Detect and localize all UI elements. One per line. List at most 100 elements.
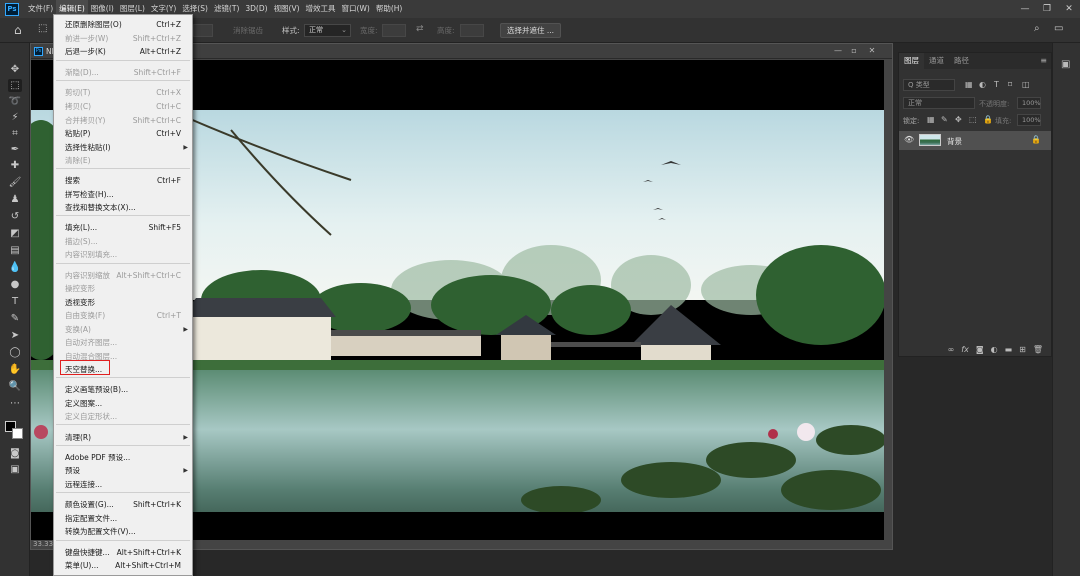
hand-tool-icon[interactable]: ✋ (8, 363, 22, 376)
link-layers-icon[interactable]: ∞ (948, 345, 955, 354)
tab-channels[interactable]: 通道 (924, 53, 949, 69)
style-select[interactable]: 正常 ⌄ (304, 24, 351, 37)
edit-menu-item[interactable]: 查找和替换文本(X)... (54, 201, 192, 214)
edit-menu-item[interactable]: 拼写检查(H)... (54, 188, 192, 201)
width-field[interactable] (382, 24, 406, 37)
swap-icon[interactable]: ⇄ (416, 24, 424, 34)
restore-button[interactable]: ❐ (1036, 0, 1058, 18)
zoom-tool-icon[interactable]: 🔍 (8, 380, 22, 393)
add-mask-icon[interactable]: ◙ (976, 345, 984, 354)
edit-menu-item[interactable]: 预设 ▶ (54, 464, 192, 477)
fx-icon[interactable]: fx (961, 345, 969, 354)
path-selection-tool-icon[interactable]: ➤ (8, 329, 22, 342)
screen-mode-icon[interactable]: ▣ (8, 463, 22, 476)
more-tools-icon[interactable]: ⋯ (8, 397, 22, 410)
delete-layer-icon[interactable]: 🗑 (1033, 345, 1043, 354)
edit-menu-item[interactable]: Adobe PDF 预设... (54, 451, 192, 464)
menu-item[interactable]: 滤镜(T) (211, 0, 242, 18)
menu-item-label: 变换(A) (65, 325, 91, 334)
panel-menu-icon[interactable]: ≡ (1040, 53, 1051, 69)
crop-tool-icon[interactable]: ⌗ (8, 127, 22, 140)
history-brush-tool-icon[interactable]: ↺ (8, 210, 22, 223)
ellipse-tool-icon[interactable]: ◯ (8, 346, 22, 359)
brush-tool-icon[interactable]: 🖌 (8, 176, 22, 189)
edit-menu-item[interactable]: 定义画笔预设(B)... (54, 383, 192, 396)
marquee-preset-icon[interactable]: ⬚ (38, 23, 47, 34)
menu-item[interactable]: 窗口(W) (339, 0, 373, 18)
filter-adjustment-icon[interactable]: ◐ (979, 80, 986, 89)
lock-artboard-icon[interactable]: ⬚ (969, 115, 977, 124)
eyedropper-tool-icon[interactable]: ✒ (8, 143, 22, 156)
edit-menu-item[interactable]: 键盘快捷键... Alt+Shift+Ctrl+K (54, 546, 192, 559)
menu-item[interactable]: 视图(V) (271, 0, 303, 18)
layer-filter-select[interactable]: Q 类型 (903, 79, 955, 91)
feather-field[interactable] (193, 24, 213, 37)
edit-menu-item[interactable]: 选择性粘贴(I) ▶ (54, 141, 192, 154)
doc-close-button[interactable]: ✕ (865, 45, 879, 57)
menu-item[interactable]: 文件(F) (25, 0, 56, 18)
pen-tool-icon[interactable]: ✎ (8, 312, 22, 325)
search-icon[interactable]: ⌕ (1034, 23, 1040, 34)
filter-shape-icon[interactable]: ⌑ (1008, 80, 1012, 89)
home-icon[interactable]: ⌂ (14, 23, 22, 37)
lock-image-icon[interactable]: ✎ (941, 115, 948, 124)
edit-menu-item[interactable]: 清理(R) ▶ (54, 431, 192, 444)
gradient-tool-icon[interactable]: ▤ (8, 244, 22, 257)
edit-menu-item[interactable]: 远程连接... (54, 478, 192, 491)
opacity-field[interactable]: 100% (1017, 97, 1041, 109)
menu-item[interactable]: 3D(D) (242, 0, 270, 18)
tab-layers[interactable]: 图层 (899, 53, 924, 69)
lock-transparent-icon[interactable]: ▦ (927, 115, 935, 124)
new-layer-icon[interactable]: ⊞ (1019, 345, 1026, 354)
doc-restore-button[interactable]: ▫ (847, 45, 861, 57)
doc-minimize-button[interactable]: — (831, 45, 845, 57)
edit-menu-item[interactable]: 菜单(U)... Alt+Shift+Ctrl+M (54, 559, 192, 572)
menu-item-label: 内容识别缩放 (65, 271, 110, 280)
blur-tool-icon[interactable]: 💧 (8, 261, 22, 274)
eraser-tool-icon[interactable]: ◩ (8, 227, 22, 240)
edit-menu-item[interactable]: 转换为配置文件(V)... (54, 525, 192, 538)
filter-smart-object-icon[interactable]: ◫ (1022, 80, 1030, 89)
quick-mask-icon[interactable]: ◙ (8, 447, 22, 460)
type-tool-icon[interactable]: T (8, 295, 22, 308)
rectangular-marquee-tool-icon[interactable]: ⬚ (8, 79, 22, 92)
visibility-eye-icon[interactable]: 👁 (904, 135, 914, 144)
fill-field[interactable]: 100% (1017, 114, 1041, 126)
select-and-mask-button[interactable]: 选择并遮住 ... (500, 23, 561, 38)
lock-all-icon[interactable]: 🔒 (983, 115, 993, 124)
height-field[interactable] (460, 24, 484, 37)
new-adjustment-layer-icon[interactable]: ◐ (991, 345, 998, 354)
edit-menu-item[interactable]: 指定配置文件... (54, 512, 192, 525)
dodge-tool-icon[interactable]: ● (8, 278, 22, 291)
edit-menu-item[interactable]: 还原删除图层(O) Ctrl+Z (54, 18, 192, 31)
menu-item-label: 操控变形 (65, 284, 95, 293)
workspace-icon[interactable]: ▭ (1054, 23, 1063, 34)
edit-menu-item[interactable]: 颜色设置(G)... Shift+Ctrl+K (54, 498, 192, 511)
properties-panel-icon[interactable]: ▣ (1061, 59, 1070, 70)
menu-item[interactable]: 增效工具 (303, 0, 339, 18)
layer-row[interactable]: 👁 背景 🔒 (899, 131, 1051, 150)
tab-paths[interactable]: 路径 (949, 53, 974, 69)
filter-type-icon[interactable]: T (994, 80, 999, 89)
edit-menu-item[interactable]: 后退一步(K) Alt+Ctrl+Z (54, 45, 192, 58)
edit-menu-item[interactable]: 填充(L)... Shift+F5 (54, 221, 192, 234)
magic-wand-tool-icon[interactable]: ⚡ (8, 111, 22, 124)
new-group-icon[interactable]: ▬ (1005, 345, 1013, 354)
edit-menu-item: 描边(S)... (54, 235, 192, 248)
menu-item[interactable]: 帮助(H) (373, 0, 406, 18)
edit-menu-item[interactable]: 透视变形 (54, 296, 192, 309)
blend-mode-select[interactable]: 正常 (903, 97, 975, 109)
lasso-tool-icon[interactable]: ➰ (8, 95, 22, 108)
close-button[interactable]: ✕ (1058, 0, 1080, 18)
filter-pixel-icon[interactable]: ▦ (965, 80, 973, 89)
minimize-button[interactable]: — (1014, 0, 1036, 18)
edit-menu-item[interactable]: 粘贴(P) Ctrl+V (54, 127, 192, 140)
height-label: 高度: (437, 26, 455, 35)
edit-menu-item[interactable]: 搜索 Ctrl+F (54, 174, 192, 187)
move-tool-icon[interactable]: ✥ (8, 63, 22, 76)
healing-brush-tool-icon[interactable]: ✚ (8, 159, 22, 172)
background-color-swatch[interactable] (12, 428, 23, 439)
stamp-tool-icon[interactable]: ♟ (8, 193, 22, 206)
lock-position-icon[interactable]: ✥ (955, 115, 962, 124)
edit-menu-item[interactable]: 定义图案... (54, 397, 192, 410)
